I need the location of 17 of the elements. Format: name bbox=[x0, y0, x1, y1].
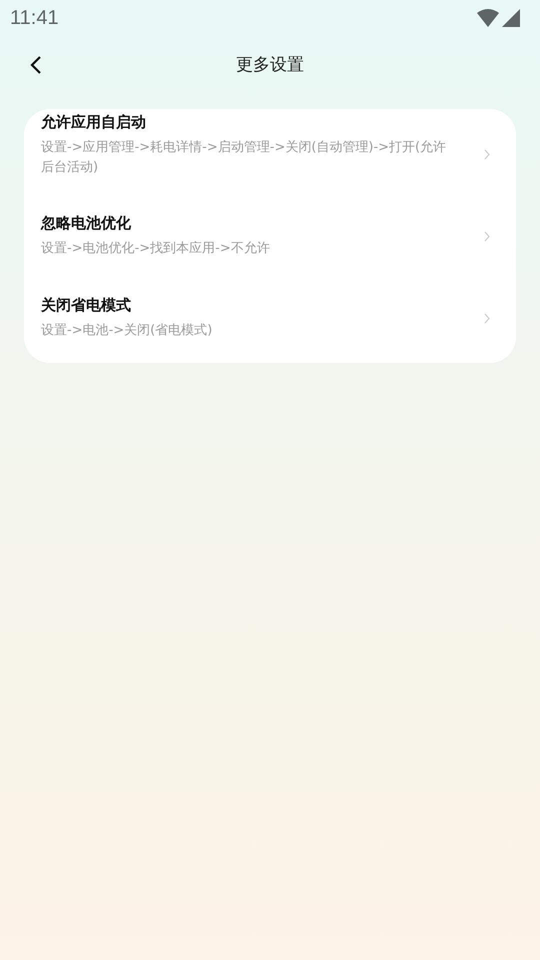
page-title: 更多设置 bbox=[236, 54, 304, 76]
chevron-icon bbox=[484, 312, 490, 324]
chevron-icon bbox=[484, 149, 490, 160]
settings-item[interactable]: 允许应用自启动 设置->应用管理->耗电详情->启动管理->关闭(自动管理)->打开(允许后台活动) bbox=[24, 113, 516, 195]
item-description: 设置->电池优化->找到本应用->不允许 bbox=[41, 240, 271, 258]
item-description: 设置->应用管理->耗电详情->启动管理->关闭(自动管理)->打开(允许后台活动) bbox=[41, 139, 448, 176]
settings-item[interactable]: 关闭省电模式 设置->电池->关闭(省电模式) bbox=[24, 277, 516, 359]
item-title: 关闭省电模式 bbox=[41, 296, 132, 315]
chevron-icon bbox=[484, 230, 490, 242]
wifi-icon bbox=[477, 9, 499, 27]
item-title: 忽略电池优化 bbox=[41, 214, 132, 233]
status-time: 11:41 bbox=[10, 6, 59, 30]
item-title: 允许应用自启动 bbox=[41, 113, 147, 132]
signal-icon bbox=[502, 9, 520, 27]
settings-item[interactable]: 忽略电池优化 设置->电池优化->找到本应用->不允许 bbox=[24, 195, 516, 277]
item-description: 设置->电池->关闭(省电模式) bbox=[41, 322, 214, 340]
back-icon[interactable] bbox=[30, 56, 42, 74]
